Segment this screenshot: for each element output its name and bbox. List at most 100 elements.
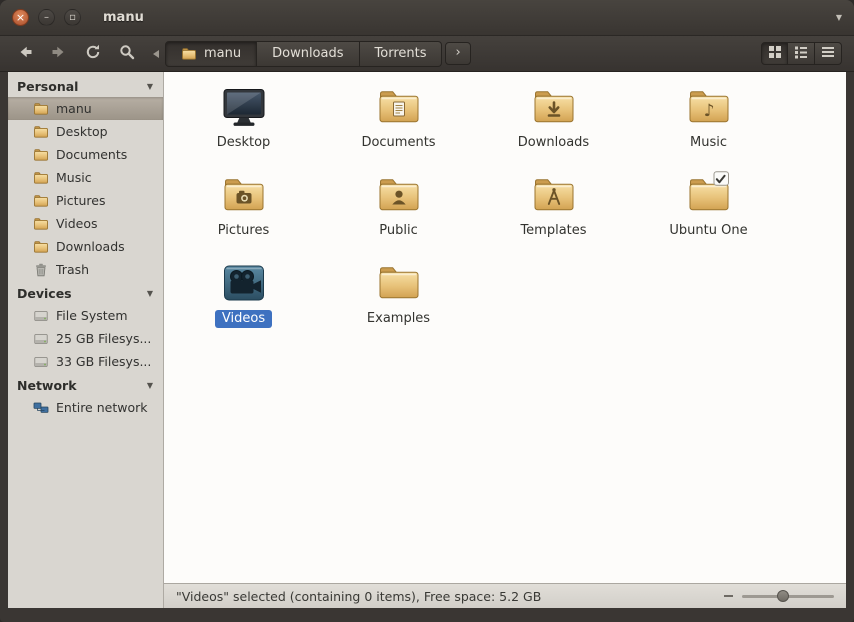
sidebar-item-videos[interactable]: Videos [8, 212, 163, 235]
folder-icon [530, 171, 578, 219]
folder-icon [220, 171, 268, 219]
sidebar-item-label: Pictures [56, 193, 106, 208]
folder-icon [33, 216, 49, 232]
titlebar[interactable]: × – ▫ manu ▼ [0, 0, 854, 36]
sidebar-section-personal[interactable]: Personal ▼ [8, 74, 163, 97]
trash-icon [33, 262, 49, 278]
close-button[interactable]: × [12, 9, 29, 26]
drive-icon [33, 354, 49, 370]
folder-icon [181, 46, 197, 62]
file-label: Examples [366, 311, 431, 326]
view-mode-buttons [761, 42, 842, 65]
sidebar-item-label: Music [56, 170, 92, 185]
breadcrumb-manu[interactable]: manu [165, 40, 258, 67]
minimize-button[interactable]: – [38, 9, 55, 26]
sidebar-item-file-system[interactable]: File System [8, 304, 163, 327]
chevron-down-icon: ▼ [146, 82, 153, 91]
breadcrumb-scroll-left-button[interactable] [149, 44, 163, 64]
sidebar-item-downloads[interactable]: Downloads [8, 235, 163, 258]
zoom-control [724, 589, 834, 602]
sidebar-item-pictures[interactable]: Pictures [8, 189, 163, 212]
file-documents[interactable]: Documents [321, 78, 476, 166]
folder-icon [530, 83, 578, 131]
breadcrumb-next-button[interactable]: › [445, 41, 471, 66]
sidebar-item-label: Documents [56, 147, 128, 162]
breadcrumb-bar: manu Downloads Torrents › [149, 40, 761, 67]
sidebar-item-documents[interactable]: Documents [8, 143, 163, 166]
sidebar-item-label: 25 GB Filesys... [56, 331, 152, 346]
search-button[interactable] [114, 41, 139, 66]
file-label: Music [690, 135, 727, 150]
forward-button[interactable] [46, 41, 71, 66]
sidebar-item-label: Trash [56, 262, 90, 277]
breadcrumb: manu Downloads Torrents [165, 40, 443, 67]
compact-view-icon [821, 44, 835, 63]
chevron-down-icon: ▼ [146, 289, 153, 298]
desktop-icon [220, 83, 268, 131]
compact-view-button[interactable] [815, 42, 842, 65]
file-public[interactable]: Public [321, 166, 476, 254]
file-videos[interactable]: Videos [166, 254, 321, 342]
back-icon [16, 43, 34, 65]
section-label: Devices [17, 286, 72, 301]
zoom-out-icon[interactable] [724, 595, 733, 597]
zoom-slider-knob[interactable] [776, 589, 789, 602]
section-label: Network [17, 378, 77, 393]
sidebar-item-label: manu [56, 101, 92, 116]
drive-icon [33, 308, 49, 324]
status-text: "Videos" selected (containing 0 items), … [176, 588, 542, 604]
main-column: Desktop Documents Downloads ♪ Music Pictures P… [164, 72, 846, 608]
toolbar: manu Downloads Torrents › [0, 36, 854, 72]
file-label: Documents [361, 135, 436, 150]
file-examples[interactable]: Examples [321, 254, 476, 342]
file-label: Videos [214, 310, 273, 329]
network-icon [33, 400, 49, 416]
window-content: Personal ▼ manu Desktop Documents Music Pictur… [8, 72, 846, 608]
sidebar-item-entire-network[interactable]: Entire network [8, 396, 163, 419]
sidebar-item-manu[interactable]: manu [8, 97, 163, 120]
file-music[interactable]: ♪ Music [631, 78, 786, 166]
sidebar-item-label: File System [56, 308, 128, 323]
folder-icon [685, 171, 733, 219]
folder-icon [33, 147, 49, 163]
list-view-button[interactable] [788, 42, 815, 65]
folder-icon [33, 170, 49, 186]
file-downloads[interactable]: Downloads [476, 78, 631, 166]
breadcrumb-label: Torrents [374, 46, 427, 61]
sidebar-section-devices[interactable]: Devices ▼ [8, 281, 163, 304]
icon-view-button[interactable] [761, 42, 788, 65]
sidebar-item-music[interactable]: Music [8, 166, 163, 189]
titlebar-menu-icon[interactable]: ▼ [836, 13, 842, 22]
drive-icon [33, 331, 49, 347]
folder-icon [375, 83, 423, 131]
maximize-button[interactable]: ▫ [64, 9, 81, 26]
folder-icon [33, 193, 49, 209]
breadcrumb-torrents[interactable]: Torrents [359, 40, 443, 67]
sidebar-item-trash[interactable]: Trash [8, 258, 163, 281]
sidebar-item-desktop[interactable]: Desktop [8, 120, 163, 143]
chevron-down-icon: ▼ [146, 381, 153, 390]
breadcrumb-downloads[interactable]: Downloads [257, 40, 360, 67]
file-view[interactable]: Desktop Documents Downloads ♪ Music Pictures P… [164, 72, 846, 583]
nav-buttons [12, 41, 139, 66]
sidebar-item-25-gb-filesys[interactable]: 25 GB Filesys... [8, 327, 163, 350]
sidebar: Personal ▼ manu Desktop Documents Music Pictur… [8, 72, 164, 608]
file-label: Pictures [217, 223, 270, 238]
folder-icon [33, 101, 49, 117]
file-templates[interactable]: Templates [476, 166, 631, 254]
file-manager-window: × – ▫ manu ▼ manu Downloads Torrents › Per… [0, 0, 854, 622]
folder-icon [375, 259, 423, 307]
zoom-slider[interactable] [742, 589, 834, 602]
refresh-button[interactable] [80, 41, 105, 66]
file-pictures[interactable]: Pictures [166, 166, 321, 254]
file-ubuntu-one[interactable]: Ubuntu One [631, 166, 786, 254]
files-grid: Desktop Documents Downloads ♪ Music Pictures P… [164, 72, 846, 342]
back-button[interactable] [12, 41, 37, 66]
file-desktop[interactable]: Desktop [166, 78, 321, 166]
file-label: Desktop [216, 135, 271, 150]
sidebar-item-label: 33 GB Filesys... [56, 354, 152, 369]
sidebar-item-33-gb-filesys[interactable]: 33 GB Filesys... [8, 350, 163, 373]
sidebar-section-network[interactable]: Network ▼ [8, 373, 163, 396]
video-icon [220, 259, 268, 307]
window-controls: × – ▫ [12, 9, 81, 26]
